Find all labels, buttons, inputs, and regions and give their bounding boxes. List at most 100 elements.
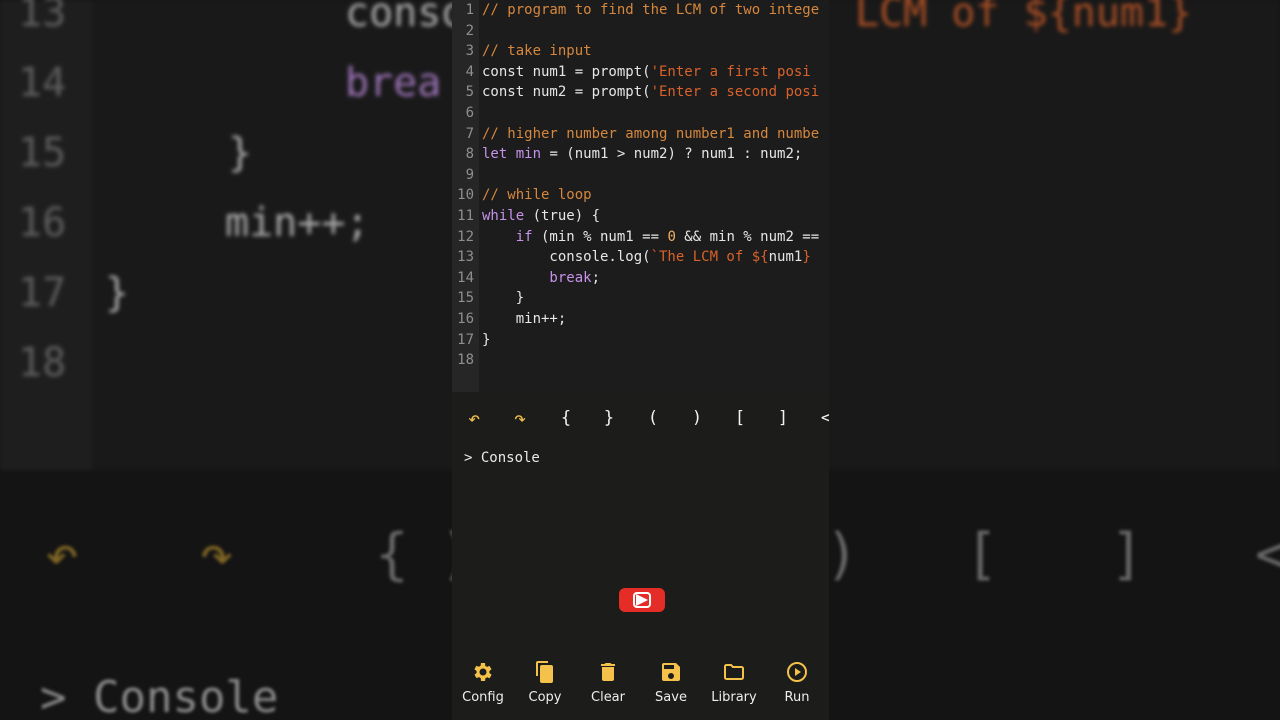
background-line-number: 15 bbox=[18, 130, 67, 176]
code-token: ; bbox=[591, 269, 601, 286]
code-text: // take input bbox=[482, 41, 592, 62]
background-key: ) bbox=[825, 522, 859, 587]
key-open-bracket[interactable]: [ bbox=[728, 400, 752, 436]
library-button[interactable]: Library bbox=[703, 660, 765, 705]
clear-label: Clear bbox=[591, 690, 625, 705]
config-label: Config bbox=[462, 690, 504, 705]
code-text: } bbox=[482, 288, 524, 309]
line-number: 10 bbox=[457, 187, 474, 204]
code-text: let min = (num1 > num2) ? num1 : num2; bbox=[482, 144, 802, 165]
save-button[interactable]: Save bbox=[640, 660, 702, 705]
code-token: break bbox=[482, 269, 592, 286]
line-number: 6 bbox=[465, 105, 474, 121]
key-close-bracket[interactable]: ] bbox=[771, 400, 795, 436]
code-token: while bbox=[482, 208, 525, 224]
code-line: 1 // program to find the LCM of two integ… bbox=[452, 0, 829, 21]
line-number: 14 bbox=[457, 269, 474, 286]
key-close-brace[interactable]: } bbox=[597, 400, 621, 436]
code-token: // program to find the LCM of two intege bbox=[482, 2, 820, 18]
code-text: // program to find the LCM of two intege bbox=[482, 0, 819, 21]
gear-icon bbox=[474, 663, 492, 681]
code-token: min bbox=[515, 146, 542, 163]
play-circle-icon bbox=[787, 662, 807, 682]
code-line: 2 bbox=[452, 21, 829, 42]
code-text: while (true) { bbox=[482, 206, 600, 227]
code-token: console.log( bbox=[482, 249, 651, 266]
copy-button[interactable]: Copy bbox=[514, 660, 576, 705]
line-number: 17 bbox=[457, 331, 474, 348]
key-open-brace[interactable]: { bbox=[554, 400, 578, 436]
code-text: const num2 = prompt('Enter a second posi bbox=[482, 82, 819, 103]
code-token: } bbox=[482, 331, 491, 348]
code-token: num1 bbox=[768, 249, 803, 266]
background-undo: ↶ bbox=[45, 522, 79, 587]
line-number: 12 bbox=[457, 228, 474, 245]
background-line-number: 17 bbox=[18, 270, 67, 316]
line-number: 7 bbox=[465, 125, 474, 142]
code-token: } bbox=[482, 290, 525, 307]
save-icon bbox=[662, 663, 680, 681]
background-line-number: 14 bbox=[18, 60, 67, 106]
line-number: 9 bbox=[465, 166, 474, 183]
code-line: 4 const num1 = prompt('Enter a first posi bbox=[452, 62, 829, 83]
redo-icon[interactable]: ↷ bbox=[508, 400, 532, 436]
background-line-number: 16 bbox=[18, 200, 67, 246]
run-button[interactable]: Run bbox=[766, 660, 828, 705]
code-token: } bbox=[802, 249, 811, 266]
code-line: 12 if (min % num1 == 0 && min % num2 == bbox=[452, 227, 829, 248]
code-line: 18 bbox=[452, 350, 829, 371]
clear-button[interactable]: Clear bbox=[577, 660, 639, 705]
background-code: } bbox=[228, 130, 253, 176]
code-token: // take input bbox=[482, 43, 592, 60]
background-code: min++; bbox=[225, 200, 370, 246]
console-toggle[interactable]: > Console bbox=[464, 450, 540, 466]
key-less-than[interactable]: < bbox=[814, 400, 829, 436]
code-line: 15 } bbox=[452, 288, 829, 309]
key-open-paren[interactable]: ( bbox=[641, 400, 665, 436]
background-code-right: LCM of ${num1} bbox=[855, 0, 1193, 36]
code-line: 13 console.log(`The LCM of ${num1} bbox=[452, 247, 829, 268]
code-token: (true) { bbox=[524, 208, 601, 224]
code-token: let bbox=[482, 146, 516, 163]
config-button[interactable]: Config bbox=[452, 660, 514, 705]
code-line: 16 min++; bbox=[452, 309, 829, 330]
code-line: 8 let min = (num1 > num2) ? num1 : num2; bbox=[452, 144, 829, 165]
copy-label: Copy bbox=[528, 690, 562, 705]
line-number: 5 bbox=[465, 84, 474, 101]
code-token: 'Enter a second posi bbox=[650, 84, 820, 101]
code-text: break; bbox=[482, 268, 600, 289]
key-close-paren[interactable]: ) bbox=[685, 400, 709, 436]
undo-icon[interactable]: ↶ bbox=[462, 400, 486, 436]
background-code: conso bbox=[345, 0, 466, 36]
code-text: if (min % num1 == 0 && min % num2 == bbox=[482, 227, 819, 248]
line-number: 11 bbox=[457, 208, 474, 224]
line-number: 8 bbox=[465, 146, 474, 163]
line-number: 13 bbox=[457, 249, 474, 266]
code-text: min++; bbox=[482, 309, 567, 330]
background-key: < bbox=[1255, 522, 1280, 587]
library-label: Library bbox=[711, 690, 757, 705]
line-number: 18 bbox=[457, 352, 474, 369]
phone-screen: 1 // program to find the LCM of two integ… bbox=[452, 0, 829, 720]
code-line: 14 break; bbox=[452, 268, 829, 289]
code-line: 7 // higher number among number1 and numb… bbox=[452, 124, 829, 145]
bottom-action-bar: Config Copy Clear Save Library Run bbox=[452, 660, 829, 716]
code-line: 5 const num2 = prompt('Enter a second pos… bbox=[452, 82, 829, 103]
code-token: const num2 = prompt( bbox=[482, 84, 651, 101]
line-number: 1 bbox=[465, 2, 474, 18]
background-key: ] bbox=[1110, 522, 1144, 587]
code-text: const num1 = prompt('Enter a first posi bbox=[482, 62, 811, 83]
background-code: } bbox=[105, 270, 130, 316]
code-token: && min % num2 == bbox=[675, 228, 820, 245]
code-token: // while loop bbox=[482, 187, 592, 204]
background-redo: ↷ bbox=[200, 522, 234, 587]
code-token: 0 bbox=[667, 228, 676, 245]
line-number: 4 bbox=[465, 63, 474, 80]
code-text: console.log(`The LCM of ${num1} bbox=[482, 247, 811, 268]
code-line: 10 // while loop bbox=[452, 185, 829, 206]
code-line: 3 // take input bbox=[452, 41, 829, 62]
code-line: 11 while (true) { bbox=[452, 206, 829, 227]
youtube-logo bbox=[619, 588, 665, 612]
code-editor[interactable]: 1 // program to find the LCM of two integ… bbox=[452, 0, 829, 392]
code-token: (min % num1 == bbox=[532, 228, 668, 245]
